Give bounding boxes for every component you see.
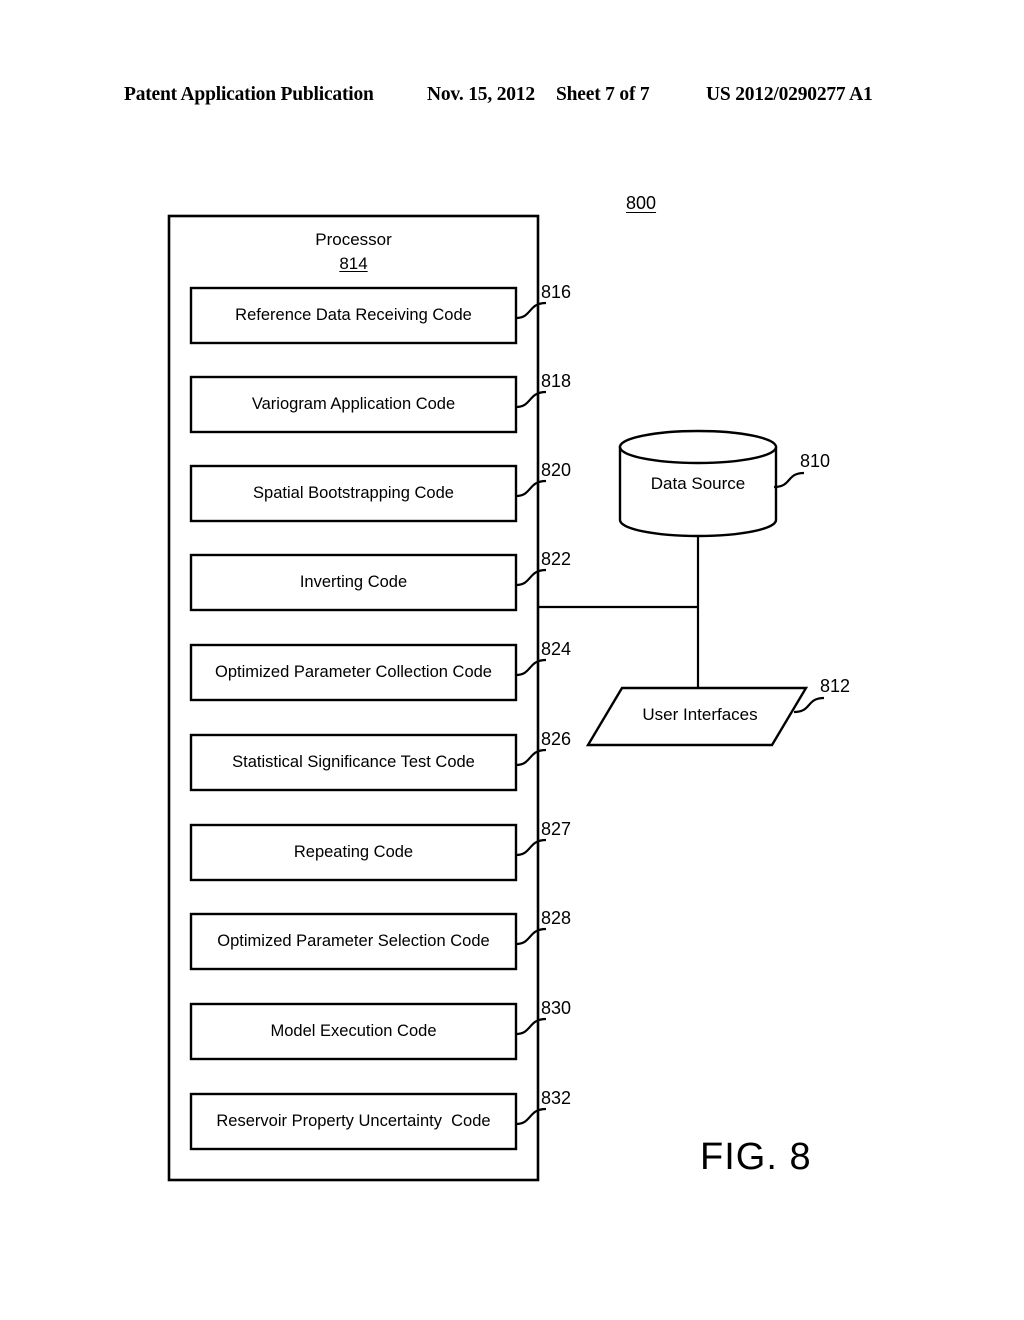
code-module-boxes — [189, 286, 518, 1151]
leader-820 — [515, 479, 547, 498]
leader-828 — [515, 927, 547, 946]
ref-numeral-828: 828 — [541, 908, 572, 928]
ref-numeral-820: 820 — [541, 460, 572, 480]
code-label-824: Optimized Parameter Collection Code — [215, 663, 492, 681]
ref-numeral-818: 818 — [541, 371, 572, 391]
ref-numeral-822: 822 — [541, 549, 572, 569]
processor-title-label: Processor — [315, 230, 392, 249]
ref-numeral-824: 824 — [541, 639, 572, 659]
leader-810 — [773, 471, 805, 489]
figure-caption: FIG. 8 — [700, 1136, 812, 1178]
leader-818 — [515, 390, 547, 409]
ref-numeral-816: 816 — [541, 282, 572, 302]
code-label-826: Statistical Significance Test Code — [232, 753, 475, 771]
leader-830 — [515, 1017, 547, 1036]
code-label-816: Reference Data Receiving Code — [235, 306, 472, 324]
leader-826 — [515, 748, 547, 767]
leader-822 — [515, 568, 547, 587]
ref-numeral-826: 826 — [541, 729, 572, 749]
code-label-818: Variogram Application Code — [251, 395, 456, 413]
code-label-820: Spatial Bootstrapping Code — [253, 484, 454, 502]
user-interfaces-label: User Interfaces — [642, 705, 758, 724]
leader-827 — [515, 838, 547, 857]
code-label-822: Inverting Code — [299, 573, 408, 591]
ref-numeral-812: 812 — [820, 676, 851, 696]
code-label-832: Reservoir Property Uncertainty Code — [216, 1112, 491, 1130]
patent-figure-8: 800 Processor 814 Reference Data Receivi… — [0, 0, 1024, 1320]
data-source-label: Data Source — [650, 474, 746, 493]
ref-numeral-830: 830 — [541, 998, 572, 1018]
code-label-828: Optimized Parameter Selection Code — [217, 932, 490, 950]
ref-numeral-810: 810 — [800, 451, 831, 471]
leader-824 — [515, 658, 547, 677]
processor-reference-numeral: 814 — [339, 254, 368, 273]
system-reference-numeral: 800 — [626, 193, 657, 213]
code-label-827: Repeating Code — [293, 843, 414, 861]
ref-numeral-832: 832 — [541, 1088, 572, 1108]
leader-816 — [515, 301, 547, 320]
leader-832 — [515, 1107, 547, 1126]
code-label-830: Model Execution Code — [270, 1022, 437, 1040]
ref-numeral-827: 827 — [541, 819, 572, 839]
